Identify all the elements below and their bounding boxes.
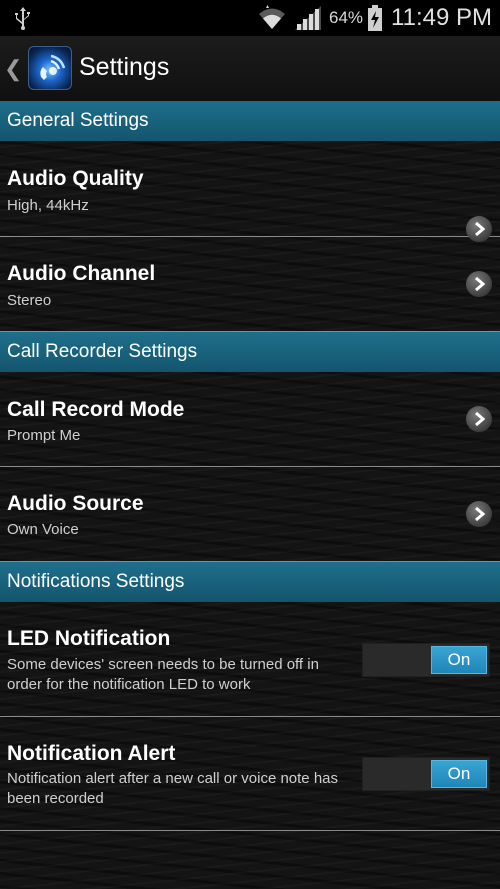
page-title: Settings	[79, 53, 170, 81]
setting-title: LED Notification	[7, 627, 171, 650]
setting-summary: Own Voice	[7, 521, 79, 538]
chevron-right-icon[interactable]	[466, 501, 492, 527]
setting-summary: Prompt Me	[7, 427, 81, 444]
section-header-general: General Settings	[0, 101, 500, 141]
setting-summary: Stereo	[7, 292, 52, 309]
battery-icon	[368, 5, 383, 31]
setting-title: Notification Alert	[7, 742, 176, 765]
wifi-icon	[259, 5, 286, 29]
setting-notification-alert[interactable]: Notification Alert Notification alert af…	[0, 717, 500, 831]
led-notification-toggle[interactable]: On	[362, 643, 490, 677]
chevron-right-icon[interactable]	[466, 406, 492, 432]
setting-summary: High, 44kHz	[7, 197, 89, 214]
chevron-left-icon[interactable]: ❮	[4, 56, 22, 82]
setting-audio-channel[interactable]: Audio Channel Stereo	[0, 237, 500, 332]
setting-title: Call Record Mode	[7, 398, 185, 421]
setting-audio-quality[interactable]: Audio Quality High, 44kHz	[0, 141, 500, 242]
setting-audio-source[interactable]: Audio Source Own Voice	[0, 467, 500, 562]
toggle-on-label: On	[431, 646, 487, 674]
section-header-notifications: Notifications Settings	[0, 562, 500, 602]
setting-call-record-mode[interactable]: Call Record Mode Prompt Me	[0, 372, 500, 467]
setting-summary: Some devices' screen needs to be turned …	[7, 656, 319, 693]
usb-icon	[15, 7, 30, 30]
setting-summary: Notification alert after a new call or v…	[7, 770, 339, 807]
battery-percentage: 64%	[329, 8, 364, 27]
section-header-label: Notifications Settings	[7, 571, 185, 592]
chevron-right-icon[interactable]	[466, 271, 492, 297]
settings-list[interactable]: General Settings Audio Quality High, 44k…	[0, 101, 500, 889]
section-header-label: Call Recorder Settings	[7, 341, 198, 362]
notification-alert-toggle[interactable]: On	[362, 757, 490, 791]
toggle-on-label: On	[431, 760, 487, 788]
call-recorder-app-icon[interactable]	[28, 46, 72, 90]
status-bar: 64% 11:49 PM	[0, 0, 500, 36]
signal-icon	[295, 6, 322, 30]
setting-title: Audio Quality	[7, 167, 144, 190]
action-bar: ❮ Settings	[0, 36, 500, 101]
setting-title: Audio Channel	[7, 262, 156, 285]
setting-led-notification[interactable]: LED Notification Some devices' screen ne…	[0, 602, 500, 717]
section-header-label: General Settings	[7, 110, 149, 131]
clock: 11:49 PM	[391, 4, 492, 31]
setting-title: Audio Source	[7, 492, 144, 515]
section-header-call-recorder: Call Recorder Settings	[0, 332, 500, 372]
